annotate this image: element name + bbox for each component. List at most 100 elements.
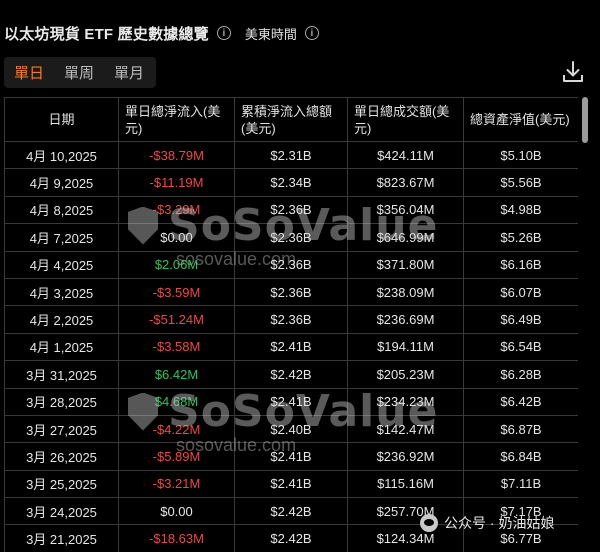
download-icon[interactable]: [562, 60, 584, 84]
cell-date: 4月 7,2025: [4, 223, 119, 252]
cell-cumulative: $2.36B: [234, 250, 348, 279]
cell-cumulative: $2.36B: [234, 277, 348, 307]
cell-date: 4月 9,2025: [4, 168, 119, 197]
cell-cumulative: $2.41B: [234, 387, 348, 416]
cell-net-assets: $5.56B: [463, 168, 578, 197]
page-title: 以太坊現貨 ETF 歷史數據總覽: [4, 25, 209, 43]
cell-value-traded: $646.99M: [347, 223, 464, 252]
info-icon[interactable]: i: [304, 26, 319, 40]
cell-net-inflow: -$4.22M: [118, 414, 235, 444]
cell-value-traded: $236.92M: [347, 442, 464, 471]
table-row: 3月 28,2025 $4.68M $2.41B $234.23M $6.42B: [4, 387, 578, 416]
column-header-cumulative[interactable]: 累積淨流入總額(美元): [234, 97, 348, 142]
column-header-net-assets[interactable]: 總資產淨值(美元): [463, 97, 578, 142]
tab-monthly[interactable]: 單月: [104, 57, 154, 88]
cell-net-inflow: $6.42M: [118, 360, 235, 389]
table-row: 4月 10,2025 -$38.79M $2.31B $424.11M $5.10B: [4, 140, 578, 170]
cell-date: 3月 21,2025: [4, 524, 119, 552]
cell-cumulative: $2.36B: [234, 305, 348, 334]
cell-net-inflow: -$3.21M: [118, 469, 235, 499]
tab-daily[interactable]: 單日: [4, 57, 54, 88]
table-row: 3月 25,2025 -$3.21M $2.41B $115.16M $7.11B: [4, 469, 578, 499]
cell-date: 3月 31,2025: [4, 360, 119, 389]
cell-net-assets: $4.98B: [463, 195, 578, 225]
table-row: 3月 27,2025 -$4.22M $2.40B $142.47M $6.87B: [4, 414, 578, 444]
period-tabs: 單日 單周 單月: [4, 57, 156, 88]
table-row: 3月 31,2025 $6.42M $2.42B $205.23M $6.28B: [4, 360, 578, 389]
cell-net-inflow: -$18.63M: [118, 524, 235, 552]
cell-cumulative: $2.42B: [234, 360, 348, 389]
timezone-label: 美東時間: [244, 26, 297, 42]
table-row: 4月 8,2025 -$3.29M $2.36B $356.04M $4.98B: [4, 195, 578, 225]
cell-value-traded: $238.09M: [347, 277, 464, 307]
cell-value-traded: $236.69M: [347, 305, 464, 334]
cell-net-inflow: -$5.89M: [118, 442, 235, 471]
cell-net-inflow: $4.68M: [118, 387, 235, 416]
cell-cumulative: $2.36B: [234, 195, 348, 225]
cell-date: 4月 4,2025: [4, 250, 119, 279]
etf-history-table: 日期 單日總淨流入(美元) 累積淨流入總額(美元) 單日總成交額(美元) 總資產…: [4, 97, 578, 552]
table-row: 4月 2,2025 -$51.24M $2.36B $236.69M $6.49B: [4, 305, 578, 334]
cell-net-assets: $7.11B: [463, 469, 578, 499]
cell-value-traded: $356.04M: [347, 195, 464, 225]
cell-net-assets: $6.16B: [463, 250, 578, 279]
cell-date: 4月 8,2025: [4, 195, 119, 225]
header: 以太坊現貨 ETF 歷史數據總覽 i 美東時間 i: [4, 22, 319, 44]
cell-date: 4月 10,2025: [4, 140, 119, 170]
cell-value-traded: $823.67M: [347, 168, 464, 197]
cell-net-inflow: -$38.79M: [118, 140, 235, 170]
cell-date: 3月 27,2025: [4, 414, 119, 444]
cell-net-assets: $6.87B: [463, 414, 578, 444]
column-header-date[interactable]: 日期: [4, 97, 119, 142]
cell-date: 3月 24,2025: [4, 497, 119, 526]
cell-net-inflow: -$3.59M: [118, 277, 235, 307]
cell-net-assets: $6.54B: [463, 332, 578, 362]
cell-cumulative: $2.36B: [234, 223, 348, 252]
cell-net-assets: $5.10B: [463, 140, 578, 170]
cell-net-inflow: -$11.19M: [118, 168, 235, 197]
cell-cumulative: $2.41B: [234, 469, 348, 499]
table-row: 3月 26,2025 -$5.89M $2.41B $236.92M $6.84B: [4, 442, 578, 471]
cell-cumulative: $2.41B: [234, 442, 348, 471]
info-icon[interactable]: i: [216, 26, 231, 40]
table-header-row: 日期 單日總淨流入(美元) 累積淨流入總額(美元) 單日總成交額(美元) 總資產…: [4, 97, 578, 142]
credit-text: 公众号 · 奶油姑娘: [444, 515, 555, 531]
table-scrollbar[interactable]: [582, 97, 588, 143]
cell-net-inflow: -$51.24M: [118, 305, 235, 334]
cell-value-traded: $142.47M: [347, 414, 464, 444]
cell-net-assets: $6.28B: [463, 360, 578, 389]
credit-overlay: 公众号 · 奶油姑娘: [420, 513, 554, 533]
column-header-net-inflow[interactable]: 單日總淨流入(美元): [118, 97, 235, 142]
cell-net-inflow: $2.06M: [118, 250, 235, 279]
cell-cumulative: $2.31B: [234, 140, 348, 170]
cell-net-assets: $6.84B: [463, 442, 578, 471]
tab-weekly[interactable]: 單周: [54, 57, 104, 88]
etf-history-table-container[interactable]: 日期 單日總淨流入(美元) 累積淨流入總額(美元) 單日總成交額(美元) 總資產…: [4, 97, 578, 552]
cell-net-assets: $5.26B: [463, 223, 578, 252]
table-row: 4月 4,2025 $2.06M $2.36B $371.80M $6.16B: [4, 250, 578, 279]
wechat-icon: [420, 514, 438, 532]
table-row: 4月 7,2025 $0.00 $2.36B $646.99M $5.26B: [4, 223, 578, 252]
cell-cumulative: $2.34B: [234, 168, 348, 197]
cell-date: 4月 2,2025: [4, 305, 119, 334]
cell-cumulative: $2.40B: [234, 414, 348, 444]
cell-date: 4月 1,2025: [4, 332, 119, 362]
cell-date: 3月 28,2025: [4, 387, 119, 416]
cell-net-inflow: -$3.58M: [118, 332, 235, 362]
cell-net-assets: $6.49B: [463, 305, 578, 334]
cell-net-inflow: $0.00: [118, 223, 235, 252]
table-row: 4月 3,2025 -$3.59M $2.36B $238.09M $6.07B: [4, 277, 578, 307]
cell-net-assets: $6.07B: [463, 277, 578, 307]
cell-date: 3月 25,2025: [4, 469, 119, 499]
cell-value-traded: $115.16M: [347, 469, 464, 499]
cell-cumulative: $2.42B: [234, 524, 348, 552]
column-header-value-traded[interactable]: 單日總成交額(美元): [347, 97, 464, 142]
cell-value-traded: $234.23M: [347, 387, 464, 416]
cell-value-traded: $205.23M: [347, 360, 464, 389]
cell-value-traded: $371.80M: [347, 250, 464, 279]
cell-date: 3月 26,2025: [4, 442, 119, 471]
cell-net-assets: $6.42B: [463, 387, 578, 416]
cell-cumulative: $2.42B: [234, 497, 348, 526]
cell-net-inflow: -$3.29M: [118, 195, 235, 225]
cell-cumulative: $2.41B: [234, 332, 348, 362]
